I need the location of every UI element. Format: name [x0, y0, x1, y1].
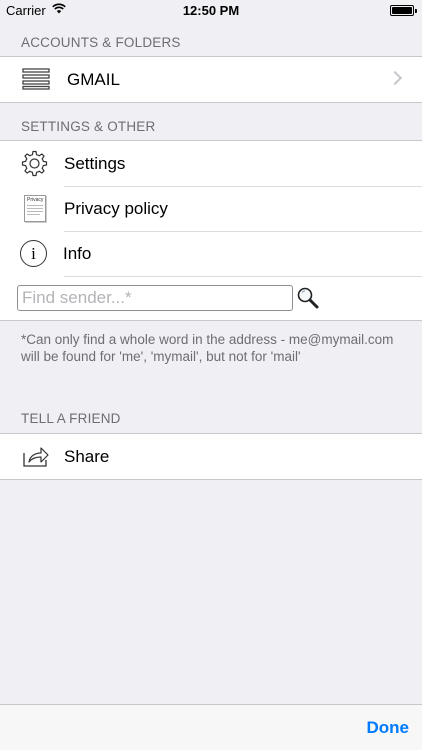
status-time: 12:50 PM	[182, 3, 240, 18]
gear-icon	[21, 150, 48, 177]
share-icon	[23, 447, 49, 467]
share-row[interactable]: Share	[0, 434, 422, 479]
magnifier-icon[interactable]	[296, 286, 320, 310]
share-label: Share	[64, 446, 110, 466]
info-label: Info	[63, 243, 92, 263]
friend-group: Share	[0, 433, 422, 480]
hamburger-list-icon	[22, 68, 50, 90]
document-icon-label: Privacy	[27, 197, 44, 203]
accounts-group: GMAIL	[0, 56, 422, 103]
document-icon: Privacy	[24, 195, 46, 222]
chevron-right-icon	[387, 70, 403, 86]
done-button[interactable]: Done	[367, 718, 410, 738]
privacy-policy-label: Privacy policy	[64, 198, 168, 218]
account-row-gmail[interactable]: GMAIL	[0, 57, 422, 102]
friend-section-header: TELL A FRIEND	[21, 411, 121, 426]
info-icon: i	[20, 240, 47, 267]
info-row[interactable]: i Info	[0, 231, 422, 276]
settings-section-header: SETTINGS & OTHER	[21, 119, 156, 134]
find-sender-input[interactable]	[17, 285, 293, 311]
account-label: GMAIL	[67, 69, 120, 89]
search-note: *Can only find a whole word in the addre…	[21, 332, 394, 364]
privacy-policy-row[interactable]: Privacy Privacy policy	[0, 186, 422, 231]
settings-group: Settings Privacy Privacy policy i Info	[0, 140, 422, 321]
battery-icon	[390, 5, 417, 16]
accounts-section-header: ACCOUNTS & FOLDERS	[21, 35, 181, 50]
settings-label: Settings	[64, 153, 126, 173]
search-row	[0, 276, 422, 320]
bottom-toolbar: Done	[0, 704, 422, 750]
status-bar: Carrier 12:50 PM	[0, 0, 422, 22]
settings-row[interactable]: Settings	[0, 141, 422, 186]
